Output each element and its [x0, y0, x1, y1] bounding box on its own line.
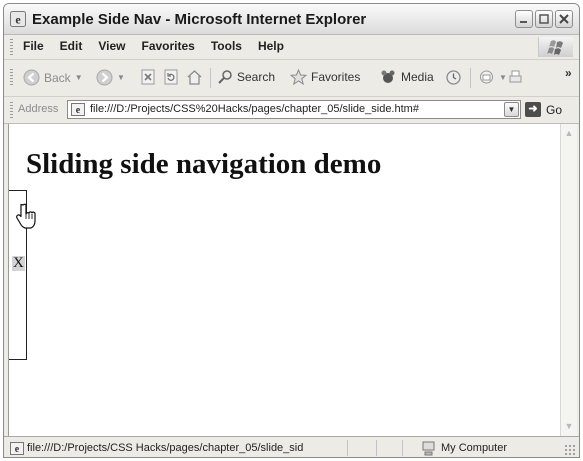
toolbar-chevron-button[interactable]: » — [565, 66, 572, 80]
status-bar: e file:///D:/Projects/CSS Hacks/pages/ch… — [4, 436, 579, 457]
back-button[interactable]: Back ▼ — [23, 69, 83, 86]
minimize-button[interactable] — [515, 10, 533, 28]
close-icon — [559, 14, 569, 24]
search-label: Search — [237, 70, 276, 84]
refresh-icon — [164, 69, 178, 85]
media-label: Media — [401, 70, 434, 84]
scroll-up-icon[interactable]: ▲ — [562, 126, 576, 141]
window-controls — [515, 10, 573, 28]
history-icon — [446, 70, 461, 85]
mail-dropdown-icon[interactable]: ▼ — [499, 73, 507, 82]
svg-text:e: e — [15, 444, 20, 455]
page-status-icon: e — [10, 442, 24, 455]
vertical-scrollbar[interactable]: ▲ ▼ — [560, 124, 577, 436]
security-zone: My Computer — [441, 442, 508, 454]
favorites-button[interactable]: Favorites — [290, 69, 360, 85]
go-arrow-icon[interactable]: ➜ — [525, 102, 541, 117]
page-heading: Sliding side navigation demo — [26, 148, 382, 180]
home-button[interactable] — [186, 69, 203, 85]
favorites-label: Favorites — [311, 70, 361, 84]
status-divider — [347, 440, 348, 456]
scroll-down-icon[interactable]: ▼ — [562, 419, 576, 434]
address-url: file:///D:/Projects/CSS%20Hacks/pages/ch… — [90, 103, 419, 115]
mail-icon — [480, 70, 493, 84]
toolbar-separator — [470, 68, 471, 88]
browser-window: e Example Side Nav - Microsoft Internet … — [3, 3, 580, 458]
forward-arrow-icon — [96, 69, 113, 86]
search-icon — [218, 70, 232, 84]
title-bar[interactable]: e Example Side Nav - Microsoft Internet … — [4, 4, 579, 35]
forward-button[interactable]: ▼ — [96, 69, 125, 86]
address-grip[interactable] — [10, 102, 13, 118]
svg-text:e: e — [76, 105, 81, 116]
address-dropdown-icon[interactable]: ▼ — [504, 102, 519, 117]
address-bar: Address e file:///D:/Projects/CSS%20Hack… — [4, 97, 579, 124]
page-viewport[interactable]: Sliding side navigation demo X — [8, 124, 560, 436]
back-arrow-icon — [23, 69, 40, 86]
stop-button[interactable] — [140, 69, 156, 85]
menu-view[interactable]: View — [98, 39, 125, 53]
windows-flag-icon — [547, 40, 563, 55]
minimize-icon — [520, 21, 527, 23]
search-button[interactable]: Search — [217, 69, 275, 85]
back-label: Back — [44, 70, 71, 85]
mail-button[interactable]: ▼ — [478, 69, 507, 85]
print-icon — [509, 70, 522, 83]
refresh-button[interactable] — [163, 69, 179, 85]
menu-bar: File Edit View Favorites Tools Help — [4, 35, 579, 60]
address-label: Address — [18, 103, 59, 115]
toolbar-grip[interactable] — [10, 69, 13, 85]
resize-grip[interactable] — [564, 444, 576, 456]
toolbar-separator — [210, 68, 211, 88]
address-input[interactable]: e file:///D:/Projects/CSS%20Hacks/pages/… — [67, 100, 521, 119]
menu-grip[interactable] — [10, 39, 13, 55]
status-divider — [402, 440, 403, 456]
svg-text:e: e — [15, 13, 21, 27]
ie-logo-icon: e — [10, 11, 26, 27]
media-button[interactable]: Media — [380, 69, 434, 85]
maximize-button[interactable] — [535, 10, 553, 28]
windows-logo — [538, 37, 573, 57]
forward-dropdown-icon[interactable]: ▼ — [117, 73, 125, 82]
maximize-icon — [539, 14, 549, 24]
hand-cursor-icon — [16, 203, 36, 229]
menu-edit[interactable]: Edit — [60, 39, 83, 53]
menu-help[interactable]: Help — [258, 39, 284, 53]
close-button[interactable] — [555, 10, 573, 28]
side-nav-toggle[interactable]: X — [12, 256, 25, 271]
status-divider — [376, 440, 377, 456]
menu-file[interactable]: File — [23, 39, 44, 53]
window-title: Example Side Nav - Microsoft Internet Ex… — [32, 11, 367, 28]
standard-toolbar: Back ▼ ▼ Search Favorites Media ▼ » — [4, 60, 579, 97]
menu-tools[interactable]: Tools — [211, 39, 242, 53]
go-button[interactable]: Go — [546, 103, 562, 117]
page-icon: e — [71, 103, 85, 116]
computer-zone-icon — [422, 441, 435, 456]
menu-favorites[interactable]: Favorites — [141, 39, 194, 53]
stop-icon — [141, 69, 155, 85]
history-button[interactable] — [445, 69, 462, 86]
print-button[interactable] — [507, 69, 524, 85]
home-icon — [187, 70, 202, 85]
media-icon — [381, 70, 395, 83]
back-dropdown-icon[interactable]: ▼ — [75, 73, 83, 82]
star-icon — [290, 69, 307, 85]
status-text: file:///D:/Projects/CSS Hacks/pages/chap… — [27, 442, 304, 454]
